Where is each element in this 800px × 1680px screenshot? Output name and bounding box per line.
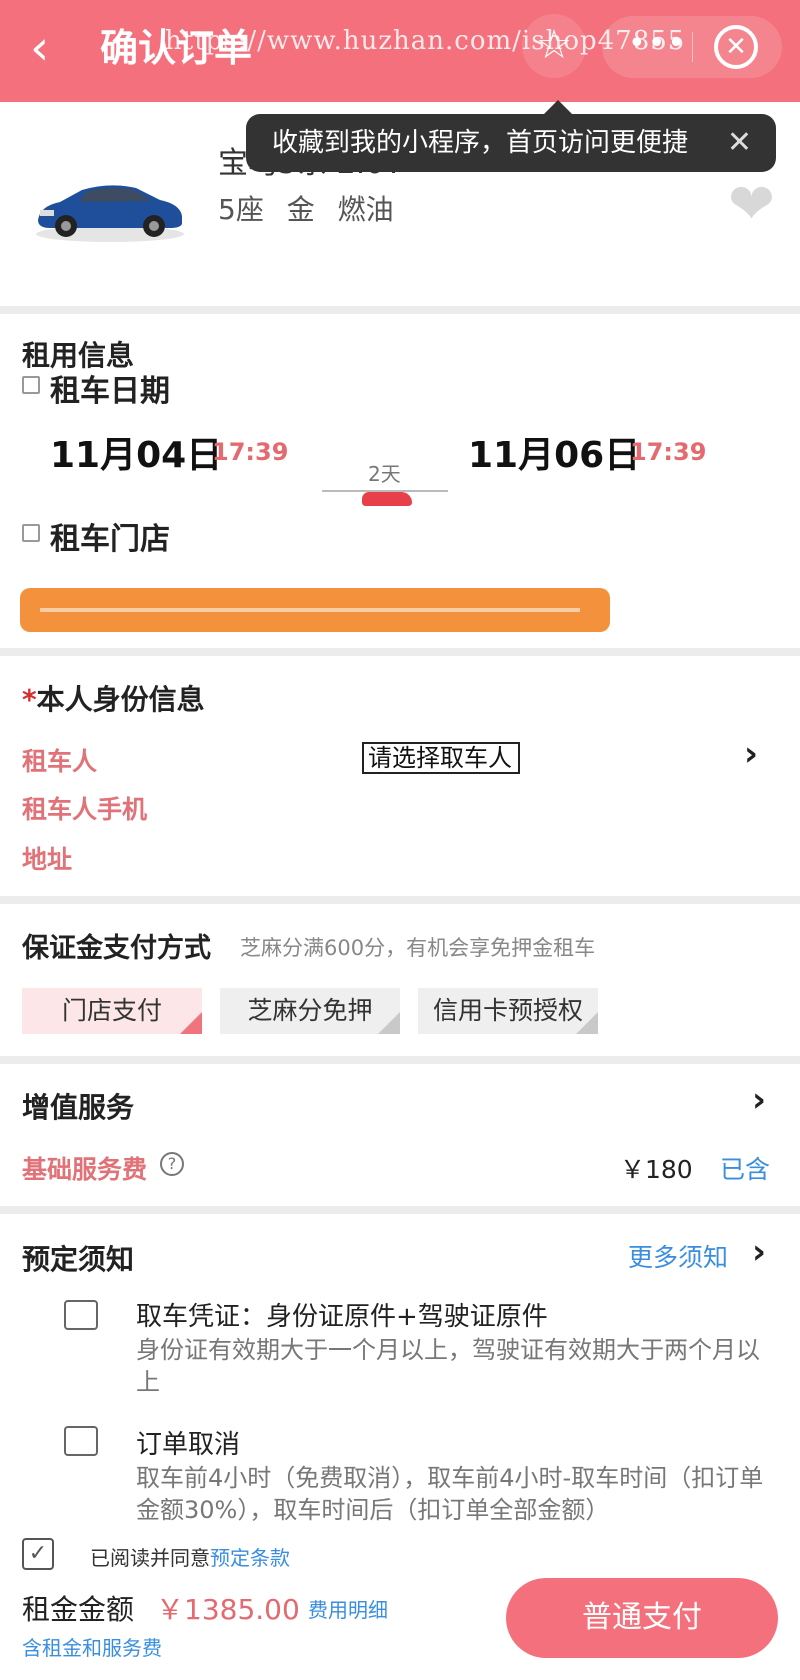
rental-duration: 2天 [368, 462, 401, 486]
store-address-redacted[interactable] [20, 588, 610, 632]
service-title: 增值服务 [22, 1091, 135, 1124]
service-fee-status: 已含 [720, 1155, 771, 1184]
tooltip-arrow [544, 100, 572, 114]
chevron-right-icon[interactable]: › [744, 734, 758, 774]
deposit-option-sesame[interactable]: 芝麻分免押 [220, 988, 400, 1034]
cancel-doc-icon [64, 1426, 98, 1456]
total-label: 租金金额 [22, 1593, 135, 1626]
service-fee-price: ￥180 [620, 1155, 693, 1184]
calendar-icon [22, 376, 40, 394]
favorite-tooltip: 收藏到我的小程序，首页访问更便捷 ✕ [246, 114, 776, 172]
select-renter-field[interactable]: 请选择取车人 [362, 742, 520, 774]
chevron-right-icon[interactable]: › [752, 1232, 766, 1272]
more-icon[interactable]: ••• [628, 26, 687, 61]
notice-item-body: 取车前4小时（免费取消），取车前4小时-取车时间（扣订单金额30%），取车时间后… [136, 1464, 764, 1524]
capsule-divider [692, 32, 693, 62]
renter-label: 租车人 [22, 747, 98, 776]
deposit-payment-card: 保证金支付方式 芝麻分满600分，有机会享免押金租车 门店支付 芝麻分免押 信用… [0, 904, 800, 1056]
start-date[interactable]: 11月04日 [50, 426, 222, 478]
check-corner-icon [180, 1012, 202, 1034]
deposit-option-label: 门店支付 [61, 996, 162, 1025]
redaction-mark [40, 608, 580, 612]
renter-phone-label: 租车人手机 [22, 795, 148, 824]
favorite-star-icon[interactable]: ☆ [522, 14, 586, 78]
deposit-title: 保证金支付方式 [22, 933, 211, 964]
agree-prefix: 已阅读并同意 [90, 1546, 210, 1570]
heart-icon[interactable]: ❤ [728, 172, 775, 237]
basic-service-fee-label: 基础服务费 [22, 1155, 148, 1184]
notice-title: 预定须知 [22, 1243, 135, 1276]
deposit-hint: 芝麻分满600分，有机会享免押金租车 [240, 936, 596, 960]
agree-checkbox[interactable]: ✓ [22, 1538, 54, 1570]
booking-terms-link[interactable]: 预定条款 [210, 1546, 290, 1570]
end-time[interactable]: 17:39 [630, 438, 706, 466]
close-icon[interactable]: ✕ [714, 25, 758, 69]
deposit-option-credit-card[interactable]: 信用卡预授权 [418, 988, 598, 1034]
rental-info-card: 租用信息 租车日期 11月04日 17:39 2天 11月06日 17:39 租… [0, 314, 800, 648]
end-date[interactable]: 11月06日 [468, 426, 640, 478]
pay-button[interactable]: 普通支付 [506, 1578, 778, 1658]
mini-program-capsule: ••• ✕ [602, 16, 782, 78]
notice-item-body: 身份证有效期大于一个月以上，驾驶证有效期大于两个月以上 [136, 1336, 760, 1396]
agree-text: 已阅读并同意预定条款 [90, 1542, 290, 1571]
required-mark: * [22, 683, 37, 716]
value-added-service-card: 增值服务 › 基础服务费 ? ￥180 已含 [0, 1064, 800, 1206]
car-specs: 5座 金 燃油 [218, 193, 394, 226]
store-icon [22, 524, 40, 542]
rental-store-label: 租车门店 [50, 522, 170, 557]
deposit-option-label: 芝麻分免押 [247, 996, 373, 1025]
rental-date-label: 租车日期 [50, 374, 170, 409]
car-icon [362, 492, 412, 506]
notice-item-head: 取车凭证：身份证原件+驾驶证原件 [136, 1302, 548, 1332]
chevron-right-icon[interactable]: › [752, 1080, 766, 1120]
address-label: 地址 [22, 845, 73, 874]
identity-info-card: *本人身份信息 租车人 请选择取车人 › 租车人手机 地址 [0, 656, 800, 896]
tooltip-close-icon[interactable]: ✕ [727, 114, 752, 172]
nav-bar: ‹ 确认订单 https://www.huzhan.com/ishop47855… [0, 0, 800, 102]
deposit-option-store[interactable]: 门店支付 [22, 988, 202, 1034]
check-corner-icon [576, 1012, 598, 1034]
tooltip-text: 收藏到我的小程序，首页访问更便捷 [272, 128, 689, 158]
check-corner-icon [378, 1012, 400, 1034]
back-icon[interactable]: ‹ [30, 18, 80, 78]
car-image [36, 185, 184, 242]
total-amount: ￥1385.00 [156, 1593, 300, 1626]
deposit-option-label: 信用卡预授权 [432, 996, 583, 1025]
notice-item-head: 订单取消 [136, 1430, 241, 1460]
help-icon[interactable]: ? [160, 1152, 184, 1176]
more-notice-link[interactable]: 更多须知 [628, 1238, 728, 1274]
id-card-icon [64, 1300, 98, 1330]
start-time[interactable]: 17:39 [212, 438, 288, 466]
total-subtext: 含租金和服务费 [22, 1636, 162, 1660]
fee-detail-link[interactable]: 费用明细 [308, 1594, 388, 1623]
section-title-identity: *本人身份信息 [22, 678, 205, 718]
identity-title-text: 本人身份信息 [36, 683, 205, 716]
